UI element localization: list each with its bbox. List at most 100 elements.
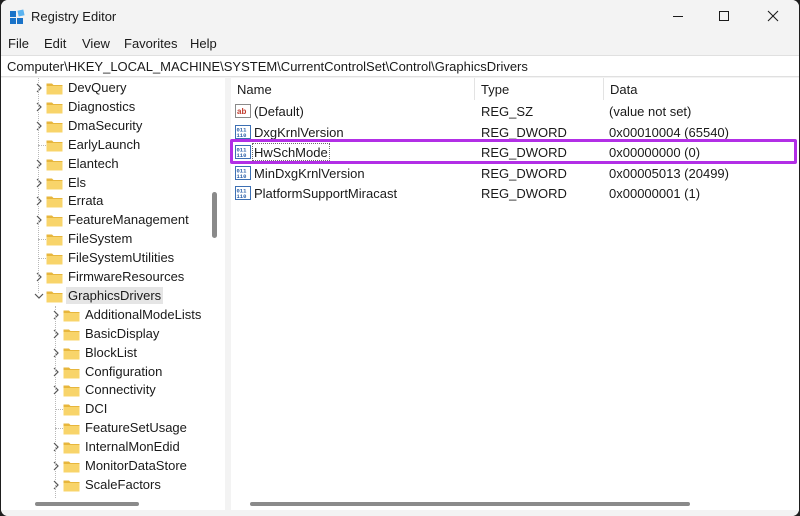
menu-bar: File Edit View Favorites Help <box>1 33 799 55</box>
tree-expander[interactable] <box>34 83 44 93</box>
tree-node[interactable]: FeatureManagement <box>1 211 212 230</box>
chevron-right-icon <box>53 310 59 320</box>
tree-guide-line <box>55 306 56 498</box>
folder-icon <box>63 479 80 492</box>
value-type: REG_DWORD <box>481 186 567 202</box>
key-tree-pane[interactable]: DevQuery Diagnostics DmaSecurity EarlyLaunc… <box>1 78 225 498</box>
tree-node-label: Configuration <box>85 363 163 379</box>
tree-guide-line <box>38 144 46 146</box>
menu-file[interactable]: File <box>8 36 29 51</box>
folder-icon <box>63 347 80 360</box>
tree-node-label: DevQuery <box>68 80 127 95</box>
svg-text:ab: ab <box>237 107 246 116</box>
tree-node[interactable]: FeatureSetUsage <box>1 419 212 438</box>
tree-node[interactable]: Connectivity <box>1 381 212 400</box>
chevron-right-icon <box>36 102 42 112</box>
value-data: 0x00005013 (20499) <box>609 165 729 181</box>
minimize-icon <box>673 16 683 17</box>
value-name: DxgKrnlVersion <box>254 124 344 140</box>
menu-edit[interactable]: Edit <box>44 36 66 51</box>
tree-horizontal-scroll-thumb[interactable] <box>35 502 139 506</box>
tree-node[interactable]: FileSystemUtilities <box>1 249 212 268</box>
tree-node[interactable]: AdditionalModeLists <box>1 306 212 325</box>
tree-node[interactable]: Configuration <box>1 363 212 382</box>
menu-view[interactable]: View <box>82 36 110 51</box>
tree-node[interactable]: GraphicsDrivers <box>1 286 212 306</box>
maximize-button[interactable] <box>701 0 747 32</box>
chevron-down-icon <box>34 293 44 299</box>
value-row[interactable]: 011 110 MinDxgKrnlVersion REG_DWORD 0x000050… <box>231 163 799 183</box>
tree-vertical-scrollbar[interactable] <box>212 78 218 498</box>
tree-expander[interactable] <box>51 385 61 395</box>
tree-node[interactable]: FileSystem <box>1 230 212 249</box>
tree-expander[interactable] <box>34 272 44 282</box>
close-button[interactable] <box>750 0 796 32</box>
folder-icon <box>46 101 63 114</box>
values-horizontal-scroll-thumb[interactable] <box>250 502 690 506</box>
tree-node[interactable]: Els <box>1 174 212 193</box>
value-row[interactable]: ab (Default) REG_SZ (value not set) <box>231 101 799 121</box>
tree-node[interactable]: FirmwareResources <box>1 268 212 287</box>
tree-node[interactable]: ScaleFactors <box>1 476 212 495</box>
folder-icon <box>63 328 80 341</box>
column-header-type[interactable]: Type <box>475 78 603 100</box>
tree-node-label: FeatureSetUsage <box>85 420 187 436</box>
value-data: 0x00010004 (65540) <box>609 124 729 140</box>
chevron-right-icon <box>53 385 59 395</box>
tree-node[interactable]: EarlyLaunch <box>1 136 212 155</box>
tree-node[interactable]: MonitorDataStore <box>1 457 212 476</box>
column-header-data[interactable]: Data <box>604 78 799 100</box>
tree-guide-line <box>38 78 39 293</box>
tree-node-label: ScaleFactors <box>85 476 161 492</box>
tree-node[interactable]: BasicDisplay <box>1 325 212 344</box>
tree-node[interactable]: DevQuery <box>1 79 212 98</box>
tree-expander[interactable] <box>51 367 61 377</box>
tree-node[interactable]: BlockList <box>1 344 212 363</box>
tree-node-label: FeatureManagement <box>68 212 189 228</box>
minimize-button[interactable] <box>655 0 701 32</box>
tree-expander[interactable] <box>34 215 44 225</box>
value-data: 0x00000001 (1) <box>609 186 701 202</box>
tree-node[interactable]: DmaSecurity <box>1 117 212 136</box>
chevron-right-icon <box>36 272 42 282</box>
tree-node-label: Connectivity <box>85 382 156 398</box>
tree-expander[interactable] <box>51 329 61 339</box>
address-path[interactable]: Computer\HKEY_LOCAL_MACHINE\SYSTEM\Curre… <box>7 59 528 74</box>
tree-expander[interactable] <box>34 102 44 112</box>
tree-expander[interactable] <box>51 480 61 490</box>
tree-expander[interactable] <box>34 121 44 131</box>
chevron-right-icon <box>53 442 59 452</box>
svg-text:110: 110 <box>237 173 247 180</box>
value-row[interactable]: 011 110 PlatformSupportMiracast REG_DWORD 0x… <box>231 183 799 203</box>
tree-guide-line <box>38 239 46 241</box>
tree-node[interactable]: InternalMonEdid <box>1 438 212 457</box>
chevron-right-icon <box>36 121 42 131</box>
tree-node[interactable]: DCI <box>1 400 212 419</box>
tree-expander[interactable] <box>34 196 44 206</box>
tree-vertical-scroll-thumb[interactable] <box>212 192 217 238</box>
chevron-right-icon <box>53 329 59 339</box>
tree-expander[interactable] <box>51 442 61 452</box>
column-header-name[interactable]: Name <box>231 78 474 100</box>
chevron-right-icon <box>36 196 42 206</box>
tree-expander[interactable] <box>51 461 61 471</box>
menu-favorites[interactable]: Favorites <box>124 36 177 51</box>
value-type: REG_SZ <box>481 104 534 119</box>
tree-expander[interactable] <box>34 291 44 301</box>
tree-node-label: InternalMonEdid <box>85 439 180 455</box>
menu-help[interactable]: Help <box>190 36 217 51</box>
tree-node-label: MonitorDataStore <box>85 458 187 473</box>
folder-icon <box>46 252 63 265</box>
tree-node[interactable]: Diagnostics <box>1 98 212 117</box>
tree-node[interactable]: Errata <box>1 192 212 211</box>
folder-icon <box>63 309 80 322</box>
registry-editor-app-icon <box>10 9 25 24</box>
tree-expander[interactable] <box>34 178 44 188</box>
tree-node[interactable]: Elantech <box>1 155 212 174</box>
tree-expander[interactable] <box>51 348 61 358</box>
tree-expander[interactable] <box>34 159 44 169</box>
title-bar[interactable]: Registry Editor <box>1 0 799 32</box>
folder-icon <box>46 120 63 133</box>
address-bar[interactable]: Computer\HKEY_LOCAL_MACHINE\SYSTEM\Curre… <box>1 55 799 77</box>
tree-expander[interactable] <box>51 310 61 320</box>
